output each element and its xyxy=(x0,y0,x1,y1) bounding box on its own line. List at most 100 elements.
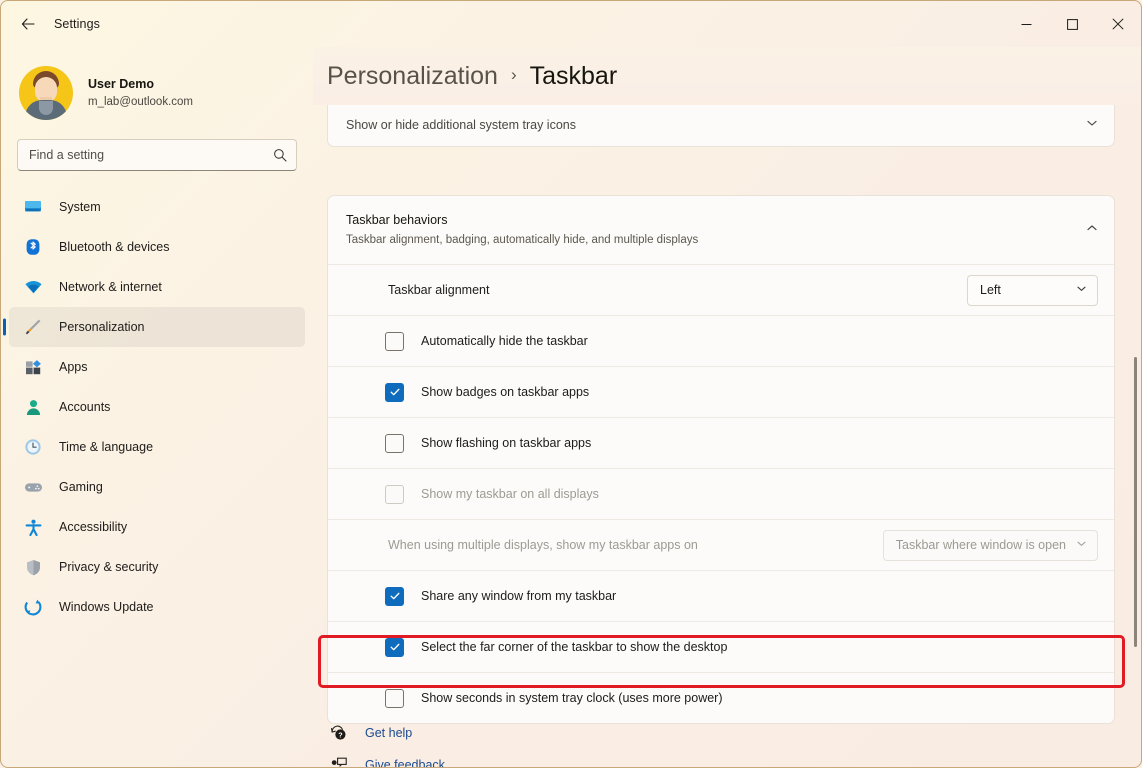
footer-links: ? Get help Give feedback xyxy=(327,717,517,767)
get-help-link[interactable]: ? Get help xyxy=(327,717,517,749)
feedback-icon xyxy=(327,757,349,767)
sidebar-item-label: Network & internet xyxy=(59,280,162,294)
checkmark-icon xyxy=(390,388,399,396)
row-label: Show my taskbar on all displays xyxy=(421,487,599,501)
minimize-button[interactable] xyxy=(1003,1,1049,47)
give-feedback-link[interactable]: Give feedback xyxy=(327,749,517,767)
profile-name: User Demo xyxy=(88,76,154,91)
row-show-seconds-clock[interactable]: Show seconds in system tray clock (uses … xyxy=(328,672,1114,723)
checkmark-icon xyxy=(390,592,399,600)
row-label: When using multiple displays, show my ta… xyxy=(388,538,698,552)
svg-text:?: ? xyxy=(338,731,342,740)
person-icon xyxy=(23,397,43,417)
sidebar: User Demo m_lab@outlook.com S xyxy=(1,47,313,767)
select-value: Taskbar where window is open xyxy=(895,538,1066,552)
link-label: Get help xyxy=(365,726,413,740)
breadcrumb-parent[interactable]: Personalization xyxy=(327,62,498,91)
row-label: Automatically hide the taskbar xyxy=(421,334,588,348)
show-badges-checkbox[interactable] xyxy=(385,382,404,402)
row-taskbar-alignment[interactable]: Taskbar alignment Left xyxy=(328,264,1114,315)
chevron-up-icon[interactable] xyxy=(1086,221,1098,239)
page-title: Taskbar xyxy=(529,61,618,90)
sidebar-item-windows-update[interactable]: Windows Update xyxy=(9,587,305,627)
sidebar-item-gaming[interactable]: Gaming xyxy=(9,467,305,507)
row-label: Share any window from my taskbar xyxy=(421,589,617,603)
breadcrumb: Personalization › Taskbar xyxy=(313,47,1141,105)
taskbar-behaviors-header[interactable]: Taskbar behaviors Taskbar alignment, bad… xyxy=(328,196,1114,264)
checkmark-icon xyxy=(390,643,399,651)
show-flashing-checkbox[interactable] xyxy=(385,433,404,453)
system-tray-icons-card[interactable]: Show or hide additional system tray icon… xyxy=(327,105,1115,147)
row-label: Show flashing on taskbar apps xyxy=(421,436,592,450)
settings-window: Settings User Demo m_lab@outlook.com Fin… xyxy=(0,0,1142,768)
sidebar-item-network-internet[interactable]: Network & internet xyxy=(9,267,305,307)
share-any-window-checkbox[interactable] xyxy=(385,586,404,606)
sidebar-nav: System Bluetooth & devices Network & int… xyxy=(1,187,313,627)
wifi-icon xyxy=(23,277,43,297)
sidebar-item-label: Gaming xyxy=(59,480,103,494)
row-label: Select the far corner of the taskbar to … xyxy=(421,640,728,654)
row-label: Show badges on taskbar apps xyxy=(421,385,590,399)
sidebar-item-label: Personalization xyxy=(59,320,145,334)
sidebar-item-label: Accounts xyxy=(59,400,111,414)
content-scrollbar[interactable] xyxy=(1134,357,1137,647)
taskbar-behaviors-title: Taskbar behaviors xyxy=(346,213,448,228)
profile-email: m_lab@outlook.com xyxy=(88,95,193,108)
main-content: Personalization › Taskbar Show or hide a… xyxy=(313,47,1141,767)
monitor-icon xyxy=(23,197,43,217)
close-button[interactable] xyxy=(1095,1,1141,47)
sidebar-item-label: Bluetooth & devices xyxy=(59,240,170,254)
chevron-down-icon xyxy=(1076,283,1087,297)
sidebar-item-apps[interactable]: Apps xyxy=(9,347,305,387)
paintbrush-icon xyxy=(23,317,43,337)
row-multiple-displays-apps: When using multiple displays, show my ta… xyxy=(328,519,1114,570)
row-share-any-window[interactable]: Share any window from my taskbar xyxy=(328,570,1114,621)
sidebar-item-personalization[interactable]: Personalization xyxy=(9,307,305,347)
row-label: Show seconds in system tray clock (uses … xyxy=(421,691,723,705)
title-bar: Settings xyxy=(1,1,1141,47)
sidebar-item-system[interactable]: System xyxy=(9,187,305,227)
sidebar-item-privacy-security[interactable]: Privacy & security xyxy=(9,547,305,587)
profile-card[interactable]: User Demo m_lab@outlook.com xyxy=(1,49,313,123)
row-show-taskbar-all-displays: Show my taskbar on all displays xyxy=(328,468,1114,519)
row-label: Taskbar alignment xyxy=(388,283,490,297)
apps-icon xyxy=(23,357,43,377)
sidebar-item-time-language[interactable]: Time & language xyxy=(9,427,305,467)
show-taskbar-all-displays-checkbox xyxy=(385,484,404,504)
back-button[interactable] xyxy=(11,9,45,39)
gamepad-icon xyxy=(23,477,43,497)
multiple-displays-select: Taskbar where window is open xyxy=(882,529,1098,561)
update-icon xyxy=(23,597,43,617)
select-far-corner-checkbox[interactable] xyxy=(385,637,404,657)
bluetooth-icon xyxy=(23,237,43,257)
avatar xyxy=(19,66,73,120)
back-arrow-icon xyxy=(21,18,35,30)
maximize-icon xyxy=(1066,18,1078,30)
shield-icon xyxy=(23,557,43,577)
chevron-down-icon xyxy=(1076,538,1087,552)
row-show-badges[interactable]: Show badges on taskbar apps xyxy=(328,366,1114,417)
search-input[interactable] xyxy=(29,148,273,162)
show-seconds-clock-checkbox[interactable] xyxy=(385,688,404,708)
settings-scroll-area: Show or hide additional system tray icon… xyxy=(313,105,1141,767)
sidebar-item-accounts[interactable]: Accounts xyxy=(9,387,305,427)
search-icon xyxy=(274,149,287,162)
sidebar-item-bluetooth-devices[interactable]: Bluetooth & devices xyxy=(9,227,305,267)
row-show-flashing[interactable]: Show flashing on taskbar apps xyxy=(328,417,1114,468)
sidebar-item-accessibility[interactable]: Accessibility xyxy=(9,507,305,547)
system-tray-icons-label: Show or hide additional system tray icon… xyxy=(346,118,576,132)
sidebar-item-label: Accessibility xyxy=(59,520,128,534)
automatically-hide-taskbar-checkbox[interactable] xyxy=(385,331,404,351)
minimize-icon xyxy=(1021,23,1031,25)
window-title: Settings xyxy=(54,17,100,31)
select-value: Left xyxy=(980,283,1001,297)
sidebar-item-label: System xyxy=(59,200,101,214)
row-select-far-corner[interactable]: Select the far corner of the taskbar to … xyxy=(328,621,1114,672)
accessibility-icon xyxy=(23,517,43,537)
search-box[interactable] xyxy=(17,139,297,171)
row-automatically-hide-taskbar[interactable]: Automatically hide the taskbar xyxy=(328,315,1114,366)
taskbar-alignment-select[interactable]: Left xyxy=(967,274,1098,306)
clock-icon xyxy=(23,437,43,457)
maximize-button[interactable] xyxy=(1049,1,1095,47)
link-label: Give feedback xyxy=(365,758,445,767)
